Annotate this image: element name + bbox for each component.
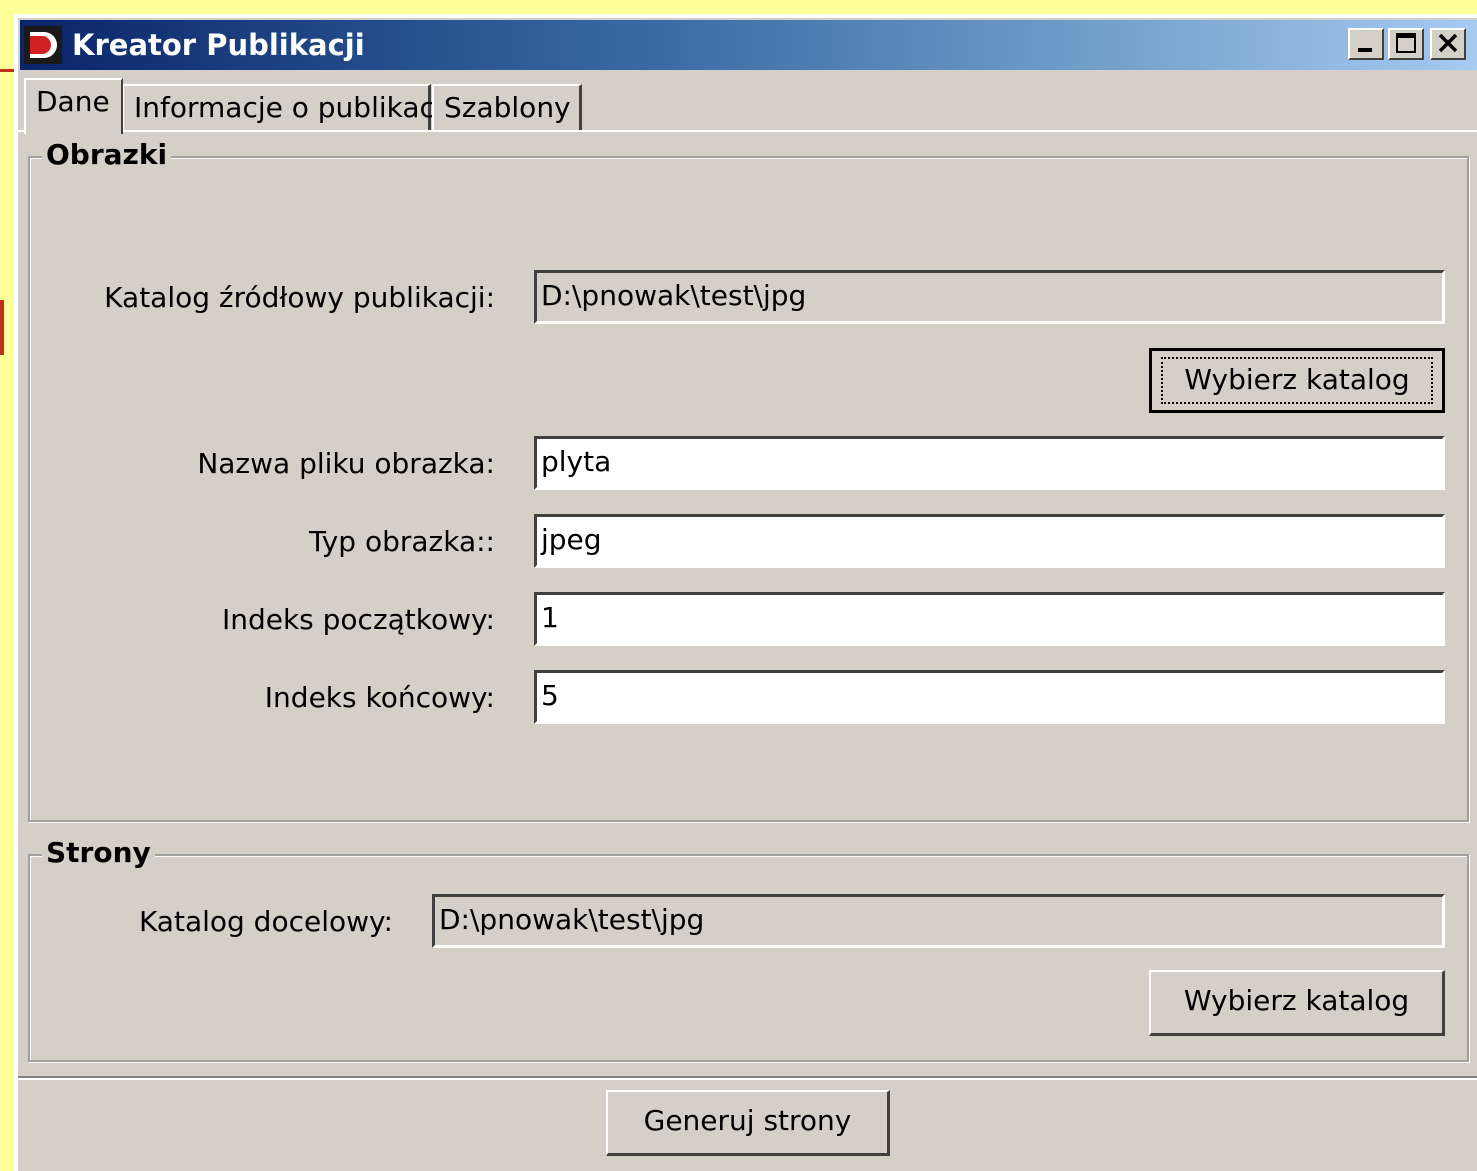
filename-label: Nazwa pliku obrazka: (197, 447, 495, 480)
end-index-field[interactable]: 5 (534, 670, 1445, 724)
close-button[interactable] (1430, 28, 1466, 60)
end-index-label: Indeks końcowy: (264, 681, 495, 714)
app-logo-icon (24, 26, 62, 64)
button-label: Wybierz katalog (1183, 984, 1410, 1017)
tab-label: Szablony (444, 91, 571, 124)
target-dir-field[interactable]: D:\pnowak\test\jpg (432, 894, 1445, 948)
button-label: Wybierz katalog (1184, 363, 1410, 396)
source-dir-label: Katalog źródłowy publikacji: (104, 281, 495, 314)
application-window: Kreator Publikacji Dane Informacje o pub… (14, 14, 1477, 1171)
tab-label: Informacje o publikacji (134, 91, 451, 124)
obrazki-group-title: Obrazki (42, 138, 172, 172)
window-title: Kreator Publikacji (72, 28, 365, 62)
filename-field[interactable]: plyta (534, 436, 1445, 490)
tab-dane[interactable]: Dane (24, 78, 123, 134)
source-dir-field[interactable]: D:\pnowak\test\jpg (534, 270, 1445, 324)
generate-pages-button[interactable]: Generuj strony (606, 1090, 890, 1156)
minimize-button[interactable] (1348, 28, 1384, 60)
start-index-field[interactable]: 1 (534, 592, 1445, 646)
tab-label: Dane (36, 85, 110, 118)
tab-szablony[interactable]: Szablony (432, 84, 582, 130)
close-icon (1438, 33, 1458, 53)
maximize-button[interactable] (1388, 28, 1424, 60)
image-type-label: Typ obrazka:: (308, 525, 495, 558)
maximize-icon (1396, 33, 1416, 53)
image-type-field[interactable]: jpeg (534, 514, 1445, 568)
title-bar[interactable]: Kreator Publikacji (20, 20, 1477, 70)
background-accent-line (0, 300, 4, 355)
strony-group-title: Strony (42, 836, 155, 870)
separator (18, 1076, 1477, 1080)
start-index-label: Indeks początkowy: (221, 603, 495, 636)
minimize-icon (1358, 48, 1372, 52)
tab-strip: Dane Informacje o publikacji Szablony (18, 78, 1477, 134)
choose-source-dir-button[interactable]: Wybierz katalog (1149, 348, 1445, 413)
choose-target-dir-button[interactable]: Wybierz katalog (1149, 970, 1445, 1036)
target-dir-label: Katalog docelowy: (138, 905, 393, 938)
tab-informacje-o-publikacji[interactable]: Informacje o publikacji (122, 84, 450, 130)
button-label: Generuj strony (643, 1104, 852, 1137)
tab-panel-border (18, 130, 1477, 132)
